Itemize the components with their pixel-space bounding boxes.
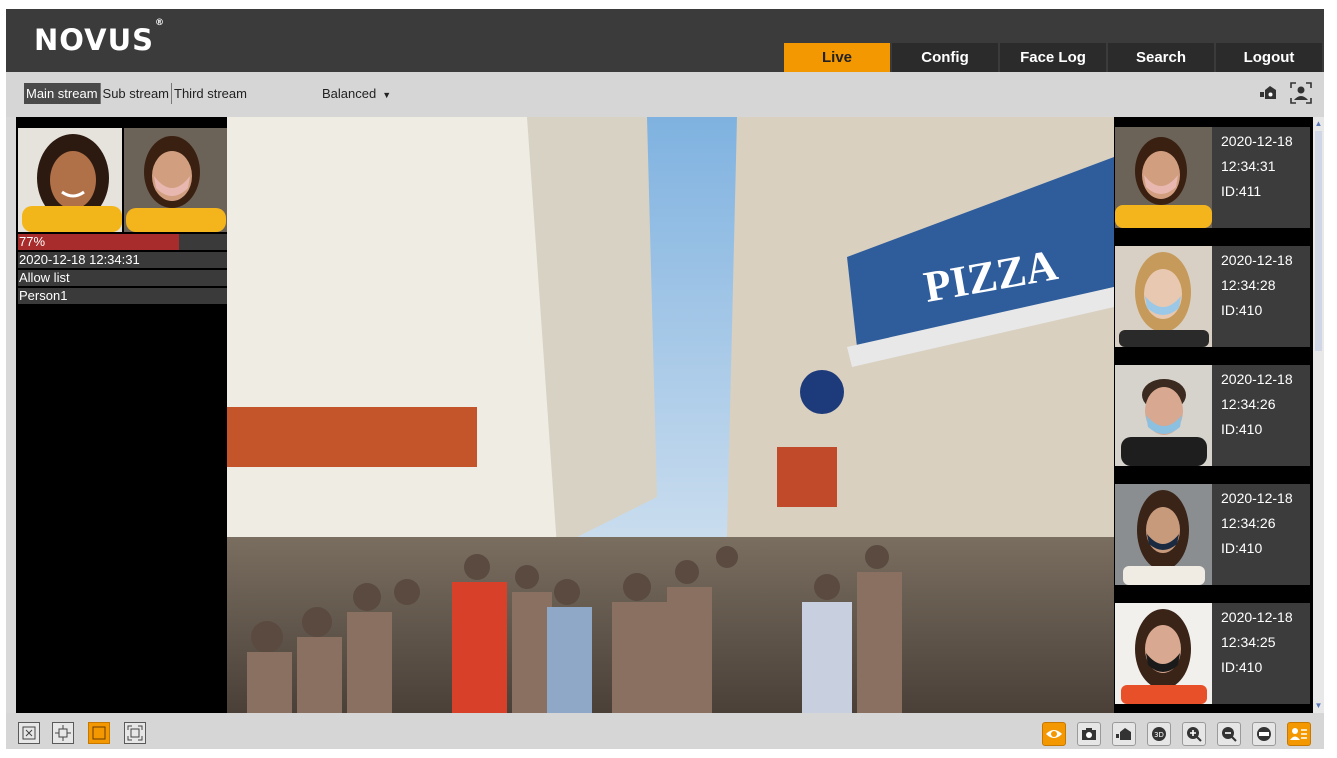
capture-id: ID:410 [1221, 302, 1263, 318]
capture-date: 2020-12-18 [1221, 252, 1293, 268]
capture-face-image [1115, 127, 1212, 228]
confidence-label: 77% [19, 234, 46, 249]
capture-time: 12:34:26 [1221, 515, 1276, 531]
3d-zoom-icon[interactable]: 3D [1147, 722, 1171, 746]
main-nav: Live Config Face Log Search Logout [784, 43, 1324, 72]
live-view-icon[interactable] [1042, 722, 1066, 746]
stream-selector: Main stream Sub stream Third stream [24, 83, 249, 104]
capture-id: ID:411 [1221, 183, 1262, 199]
capture-item[interactable]: 2020-12-18 12:34:25 ID:410 [1115, 603, 1310, 704]
snapshot-icon[interactable] [1077, 722, 1101, 746]
match-timestamp: 2020-12-18 12:34:31 [18, 252, 227, 268]
match-panel: 77% 2020-12-18 12:34:31 Allow list Perso… [16, 117, 227, 713]
capture-date: 2020-12-18 [1221, 133, 1293, 149]
capture-id: ID:410 [1221, 659, 1263, 675]
tab-config[interactable]: Config [892, 43, 998, 72]
capture-date: 2020-12-18 [1221, 371, 1293, 387]
tab-live[interactable]: Live [784, 43, 890, 72]
capture-face-image [1115, 603, 1212, 704]
chevron-down-icon: ▼ [382, 89, 392, 100]
quality-value: Balanced [322, 86, 377, 101]
svg-text:3D: 3D [1154, 731, 1164, 739]
stream-toolbar: Main stream Sub stream Third stream Bala… [6, 72, 1324, 117]
capture-id: ID:410 [1221, 540, 1263, 556]
tab-search[interactable]: Search [1108, 43, 1214, 72]
capture-time: 12:34:25 [1221, 634, 1276, 650]
tab-face-log[interactable]: Face Log [1000, 43, 1106, 72]
capture-item[interactable]: 2020-12-18 12:34:31 ID:411 [1115, 127, 1310, 228]
capture-item[interactable]: 2020-12-18 12:34:26 ID:410 [1115, 365, 1310, 466]
confidence-bar: 77% [18, 234, 227, 250]
zoom-in-icon[interactable] [1182, 722, 1206, 746]
record-icon[interactable] [1258, 82, 1280, 104]
stretch-icon[interactable] [88, 722, 110, 744]
scrollbar-thumb[interactable] [1315, 131, 1322, 351]
app-window: NOVUS® Live Config Face Log Search Logou… [6, 9, 1324, 749]
tab-logout[interactable]: Logout [1216, 43, 1322, 72]
capture-face-image [1115, 365, 1212, 466]
record-icon[interactable] [1112, 722, 1136, 746]
capture-id: ID:410 [1221, 421, 1263, 437]
match-person: Person1 [18, 288, 227, 304]
novus-logo: NOVUS® [34, 18, 166, 57]
capture-list: 2020-12-18 12:34:31 ID:411 2020-12-18 12… [1114, 117, 1314, 713]
scroll-up-arrow-icon[interactable]: ▲ [1314, 119, 1323, 129]
fullscreen-icon[interactable] [124, 722, 146, 744]
bottom-toolbar: 3D [6, 713, 1324, 749]
zoom-out-icon[interactable] [1217, 722, 1241, 746]
top-right-icons [1258, 82, 1312, 104]
capture-date: 2020-12-18 [1221, 490, 1293, 506]
capture-item[interactable]: 2020-12-18 12:34:26 ID:410 [1115, 484, 1310, 585]
match-list: Allow list [18, 270, 227, 286]
main-stream-button[interactable]: Main stream [24, 83, 100, 104]
original-size-icon[interactable] [18, 722, 40, 744]
capture-item[interactable]: 2020-12-18 12:34:28 ID:410 [1115, 246, 1310, 347]
capture-date: 2020-12-18 [1221, 609, 1293, 625]
capture-time: 12:34:28 [1221, 277, 1276, 293]
scroll-down-arrow-icon[interactable]: ▼ [1314, 701, 1323, 711]
matched-faces [18, 128, 227, 232]
capture-face-image [1115, 246, 1212, 347]
capture-list-scrollbar[interactable]: ▲ ▼ [1313, 117, 1324, 713]
audio-icon[interactable] [1252, 722, 1276, 746]
reference-face-image [18, 128, 122, 232]
quality-dropdown[interactable]: Balanced ▼ [322, 86, 391, 101]
live-view-area: 77% 2020-12-18 12:34:31 Allow list Perso… [16, 117, 1324, 713]
top-bar: NOVUS® Live Config Face Log Search Logou… [6, 9, 1324, 72]
live-face-image [123, 128, 228, 232]
fit-window-icon[interactable] [52, 722, 74, 744]
sub-stream-button[interactable]: Sub stream [99, 83, 171, 104]
face-panel-icon[interactable] [1287, 722, 1311, 746]
face-person-icon[interactable] [1290, 82, 1312, 104]
capture-face-image [1115, 484, 1212, 585]
camera-video-feed[interactable]: PIZZA [227, 117, 1114, 713]
third-stream-button[interactable]: Third stream [171, 83, 249, 104]
capture-time: 12:34:26 [1221, 396, 1276, 412]
capture-time: 12:34:31 [1221, 158, 1276, 174]
